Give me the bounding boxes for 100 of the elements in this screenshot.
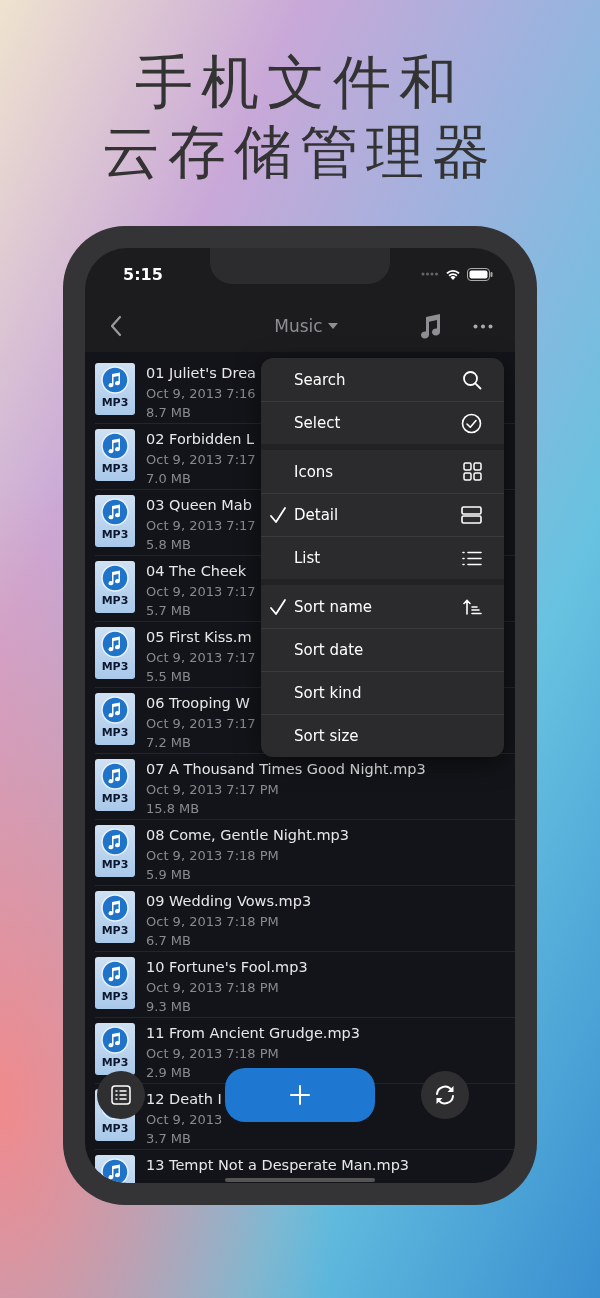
battery-icon bbox=[467, 267, 493, 281]
file-type-label: MP3 bbox=[101, 462, 129, 476]
file-date: Oct 9, 2013 7:16 bbox=[146, 385, 256, 403]
file-date: Oct 9, 2013 7:18 PM bbox=[146, 847, 280, 865]
music-note-icon bbox=[101, 828, 129, 856]
file-name: 10 Fortune's Fool.mp3 bbox=[146, 958, 308, 977]
menu-item[interactable]: Search bbox=[261, 358, 504, 401]
file-name: 01 Juliet's Drea bbox=[146, 364, 256, 383]
file-name: 02 Forbidden L bbox=[146, 430, 256, 449]
music-note-icon bbox=[101, 432, 129, 460]
more-icon[interactable] bbox=[473, 323, 493, 329]
rows-icon bbox=[461, 506, 482, 524]
list-icon bbox=[111, 1085, 131, 1105]
file-date: Oct 9, 2013 7:17 bbox=[146, 715, 256, 733]
file-type-label: MP3 bbox=[101, 858, 129, 872]
music-note-icon bbox=[101, 564, 129, 592]
menu-item[interactable]: Icons bbox=[261, 450, 504, 493]
menu-item[interactable]: Sort name bbox=[261, 585, 504, 628]
menu-item-label: Sort size bbox=[294, 727, 360, 745]
file-name: 08 Come, Gentle Night.mp3 bbox=[146, 826, 350, 845]
music-note-icon bbox=[101, 366, 129, 394]
plus-icon bbox=[290, 1085, 310, 1105]
file-name: 05 First Kiss.m bbox=[146, 628, 253, 647]
file-date: Oct 9, 2013 7:17 bbox=[146, 583, 256, 601]
menu-item[interactable]: Select bbox=[261, 401, 504, 444]
menu-item-label: List bbox=[294, 549, 322, 567]
list-icon bbox=[462, 550, 482, 566]
file-size: 7.0 MB bbox=[146, 470, 192, 488]
file-type-label: MP3 bbox=[101, 1122, 129, 1136]
file-size: 15.8 MB bbox=[146, 800, 201, 818]
menu-item-label: Icons bbox=[294, 462, 335, 481]
file-size: 5.8 MB bbox=[146, 536, 192, 554]
music-note-icon bbox=[101, 498, 129, 526]
file-size: 9.3 MB bbox=[146, 998, 192, 1016]
menu-item-label: Search bbox=[294, 370, 347, 389]
status-time: 5:15 bbox=[123, 264, 163, 284]
file-size: 3.7 MB bbox=[146, 1130, 192, 1148]
file-date: Oct 9, 2013 7:17 bbox=[146, 517, 256, 535]
file-type-label: MP3 bbox=[101, 396, 129, 410]
file-type-label: MP3 bbox=[101, 528, 129, 542]
file-date: Oct 9, 2013 7:18 PM bbox=[146, 913, 280, 931]
add-button[interactable] bbox=[225, 1068, 375, 1122]
wifi-icon bbox=[444, 267, 462, 281]
file-date: Oct 9, 2013 7:17 PM bbox=[146, 781, 280, 799]
file-size: 5.5 MB bbox=[146, 668, 192, 686]
music-note-icon bbox=[101, 960, 129, 988]
file-type-label: MP3 bbox=[101, 792, 129, 806]
file-type-label: MP3 bbox=[101, 924, 129, 938]
file-size: 6.7 MB bbox=[146, 932, 192, 950]
file-type-label: MP3 bbox=[101, 1056, 129, 1070]
file-date: Oct 9, 2013 7:18 PM bbox=[146, 979, 280, 997]
file-date: Oct 9, 2013 7:17 bbox=[146, 451, 256, 469]
file-date: Oct 9, 2013 bbox=[146, 1111, 223, 1129]
menu-item[interactable]: Sort size bbox=[261, 714, 504, 757]
menu-item-label: Sort date bbox=[294, 641, 365, 659]
file-date: Oct 9, 2013 7:18 PM bbox=[146, 1045, 280, 1063]
caret-icon bbox=[327, 323, 338, 329]
menu-item[interactable]: List bbox=[261, 536, 504, 579]
file-type-label: MP3 bbox=[101, 660, 129, 674]
headline: 手机文件和 bbox=[135, 48, 465, 116]
file-name: 06 Trooping W bbox=[146, 694, 251, 713]
music-note-icon bbox=[101, 1158, 129, 1183]
file-size: 2.9 MB bbox=[146, 1064, 192, 1082]
file-name: 11 From Ancient Grudge.mp3 bbox=[146, 1024, 360, 1043]
music-note-icon bbox=[101, 696, 129, 724]
file-name: 07 A Thousand Times Good Night.mp3 bbox=[146, 760, 426, 779]
file-name: 04 The Cheek bbox=[146, 562, 248, 581]
file-name: 12 Death I bbox=[146, 1090, 223, 1109]
back-icon[interactable] bbox=[109, 315, 123, 337]
sort-ascending-icon bbox=[463, 598, 482, 615]
menu-item[interactable]: Sort kind bbox=[261, 671, 504, 714]
file-name: 13 Tempt Not a Desperate Man.mp3 bbox=[146, 1156, 410, 1175]
menu-item-label: Sort kind bbox=[294, 684, 363, 702]
file-size: 7.2 MB bbox=[146, 734, 192, 752]
menu-item-label: Detail bbox=[294, 506, 340, 524]
search-icon bbox=[462, 369, 482, 390]
file-size: 5.7 MB bbox=[146, 602, 192, 620]
file-size: 5.9 MB bbox=[146, 866, 192, 884]
file-size: 8.7 MB bbox=[146, 404, 192, 422]
file-type-label: MP3 bbox=[101, 726, 129, 740]
music-note-icon bbox=[101, 762, 129, 790]
file-type-label: MP3 bbox=[101, 990, 129, 1004]
folder-title-dropdown[interactable]: Music bbox=[193, 316, 419, 336]
refresh-icon bbox=[433, 1083, 457, 1107]
music-note-icon bbox=[101, 1026, 129, 1054]
check-circle-icon bbox=[461, 412, 482, 434]
signal-icon bbox=[421, 272, 439, 276]
menu-item[interactable]: Sort date bbox=[261, 628, 504, 671]
music-note-icon bbox=[101, 894, 129, 922]
music-note-icon[interactable] bbox=[419, 313, 441, 339]
headline: 云存储管理器 bbox=[102, 118, 498, 186]
file-name: 03 Queen Mab bbox=[146, 496, 253, 515]
grid-icon bbox=[463, 462, 482, 481]
menu-item[interactable]: Detail bbox=[261, 493, 504, 536]
file-date: Oct 9, 2013 7:17 bbox=[146, 649, 256, 667]
music-note-icon bbox=[101, 630, 129, 658]
menu-item-label: Sort name bbox=[294, 597, 374, 616]
file-type-label: MP3 bbox=[101, 594, 129, 608]
file-name: 09 Wedding Vows.mp3 bbox=[146, 892, 312, 911]
menu-item-label: Select bbox=[294, 414, 342, 432]
